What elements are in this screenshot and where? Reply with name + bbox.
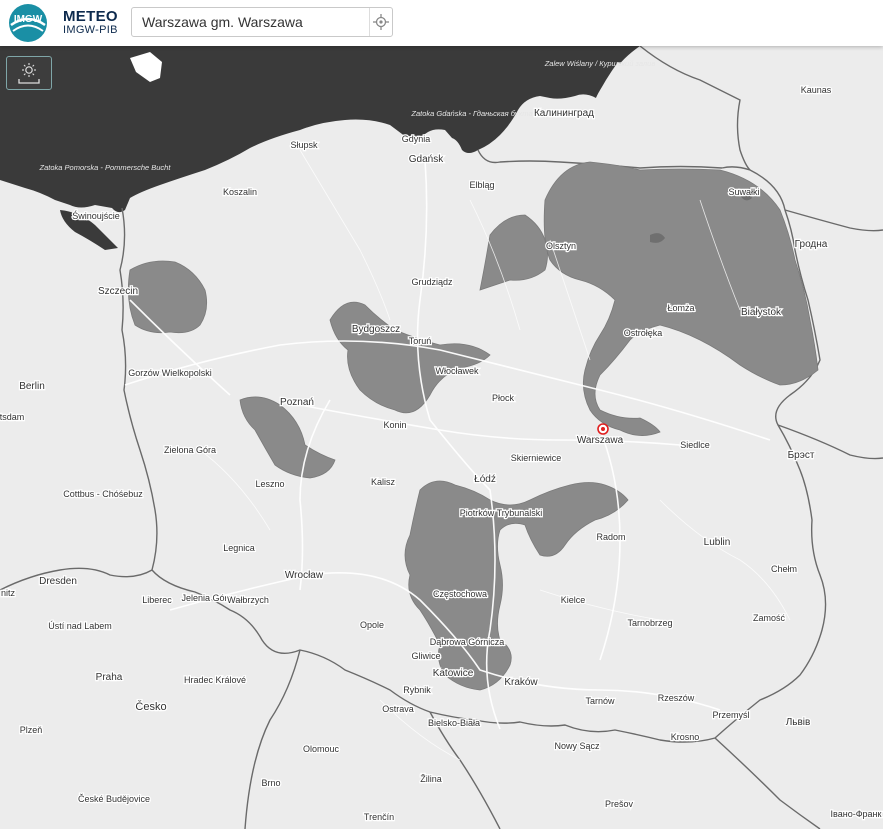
city-label: Cottbus - Chóśebuz	[63, 489, 143, 499]
city-label: Skierniewice	[511, 453, 562, 463]
city-label: Kaunas	[801, 85, 832, 95]
city-label: Zielona Góra	[164, 445, 216, 455]
city-label: Łomża	[667, 303, 694, 313]
map-pin-icon[interactable]	[597, 423, 609, 435]
map-canvas[interactable]: Gdańsk Gdynia Słupsk Koszalin Świnoujści…	[0, 46, 883, 829]
city-label: Івано-Франк	[831, 809, 882, 819]
city-label: Ostrava	[382, 704, 414, 714]
city-label: Калининград	[534, 108, 594, 119]
city-label: Leszno	[255, 479, 284, 489]
city-label: Gdańsk	[409, 154, 444, 165]
city-label: Lublin	[704, 537, 731, 548]
city-label: Bydgoszcz	[352, 324, 400, 335]
city-label: Tarnów	[585, 696, 615, 706]
city-label: Zamość	[753, 613, 786, 623]
city-label: Hradec Králové	[184, 675, 246, 685]
city-label: Kraków	[504, 677, 538, 688]
city-label: Гродна	[795, 239, 828, 250]
city-label: Krosno	[671, 732, 700, 742]
layers-icon	[18, 63, 40, 84]
city-label: Poznań	[280, 397, 314, 408]
city-label: Rzeszów	[658, 693, 695, 703]
city-label: Žilina	[420, 774, 442, 784]
city-label: Częstochowa	[433, 589, 487, 599]
city-label: Opole	[360, 620, 384, 630]
city-label: Rybnik	[403, 685, 431, 695]
city-label: Legnica	[223, 543, 255, 553]
city-label: Dąbrowa Górnicza	[430, 637, 505, 647]
city-label: Jelenia Góra	[181, 593, 232, 603]
city-label: Katowice	[433, 668, 474, 679]
sea-label: Zatoka Pomorska - Pommersche Bucht	[39, 163, 172, 172]
city-label: České Budějovice	[78, 794, 150, 804]
city-label: Słupsk	[290, 140, 318, 150]
city-label: Świnoujście	[72, 210, 120, 221]
city-label: Piotrków Trybunalski	[460, 508, 543, 518]
city-label: Siedlce	[680, 440, 710, 450]
imgw-logo-icon[interactable]: IMGW	[8, 3, 48, 43]
city-label: Radom	[596, 532, 625, 542]
locate-button[interactable]	[369, 8, 392, 36]
city-label: Płock	[492, 393, 515, 403]
city-label: Ostrołęka	[624, 328, 663, 338]
city-label: Kielce	[561, 595, 586, 605]
city-label: Koszalin	[223, 187, 257, 197]
country-label: Česko	[135, 700, 166, 713]
city-label: Dresden	[39, 576, 77, 587]
city-label: Białystok	[741, 307, 782, 318]
brand-title: METEO	[63, 8, 118, 25]
city-label: Olomouc	[303, 744, 340, 754]
city-label: Chełm	[771, 564, 797, 574]
city-label: Wrocław	[285, 570, 324, 581]
city-label: Gdynia	[402, 134, 431, 144]
search-box[interactable]	[131, 7, 393, 37]
city-label: Grudziądz	[411, 277, 453, 287]
city-label: Kalisz	[371, 477, 396, 487]
city-label: Gliwice	[411, 651, 440, 661]
city-label: Trenčín	[364, 812, 394, 822]
city-label: Nowy Sącz	[554, 741, 600, 751]
city-label: Prešov	[605, 799, 634, 809]
city-label: Konin	[383, 420, 406, 430]
city-label: Toruń	[409, 336, 432, 346]
sea-label: Zatoka Gdańska - Гданьская бухта	[410, 109, 532, 118]
city-label: Wałbrzych	[227, 595, 269, 605]
city-label: Bielsko-Biała	[428, 718, 480, 728]
location-target-icon	[373, 14, 389, 30]
city-label: Львів	[786, 717, 811, 728]
city-label: Tarnobrzeg	[627, 618, 672, 628]
city-label: Berlin	[19, 381, 45, 392]
city-label: nitz	[1, 588, 16, 598]
city-label: Szczecin	[98, 286, 138, 297]
city-label: Брэст	[788, 450, 815, 461]
city-label: Elbląg	[469, 180, 494, 190]
brand-subtitle: IMGW-PIB	[63, 24, 118, 36]
city-label: Gorzów Wielkopolski	[128, 368, 212, 378]
city-label: Brno	[261, 778, 280, 788]
layers-button[interactable]	[6, 56, 52, 90]
city-label: Plzeň	[20, 725, 43, 735]
city-label: Warszawa	[577, 435, 624, 446]
city-label: Ústí nad Labem	[48, 621, 112, 631]
city-label: Olsztyn	[546, 241, 576, 251]
city-label: Liberec	[142, 595, 172, 605]
city-label: Suwałki	[728, 187, 759, 197]
city-label: Praha	[96, 672, 123, 683]
city-label: Przemyśl	[712, 710, 749, 720]
city-label: Włocławek	[435, 366, 479, 376]
city-label: Łódź	[474, 474, 496, 485]
search-input[interactable]	[142, 13, 362, 31]
top-bar: IMGW METEO IMGW-PIB	[0, 0, 883, 46]
city-label: tsdam	[0, 412, 24, 422]
sea-label: Zalew Wiślany / Куршский залив	[544, 59, 656, 68]
logo-text: IMGW	[14, 14, 43, 25]
